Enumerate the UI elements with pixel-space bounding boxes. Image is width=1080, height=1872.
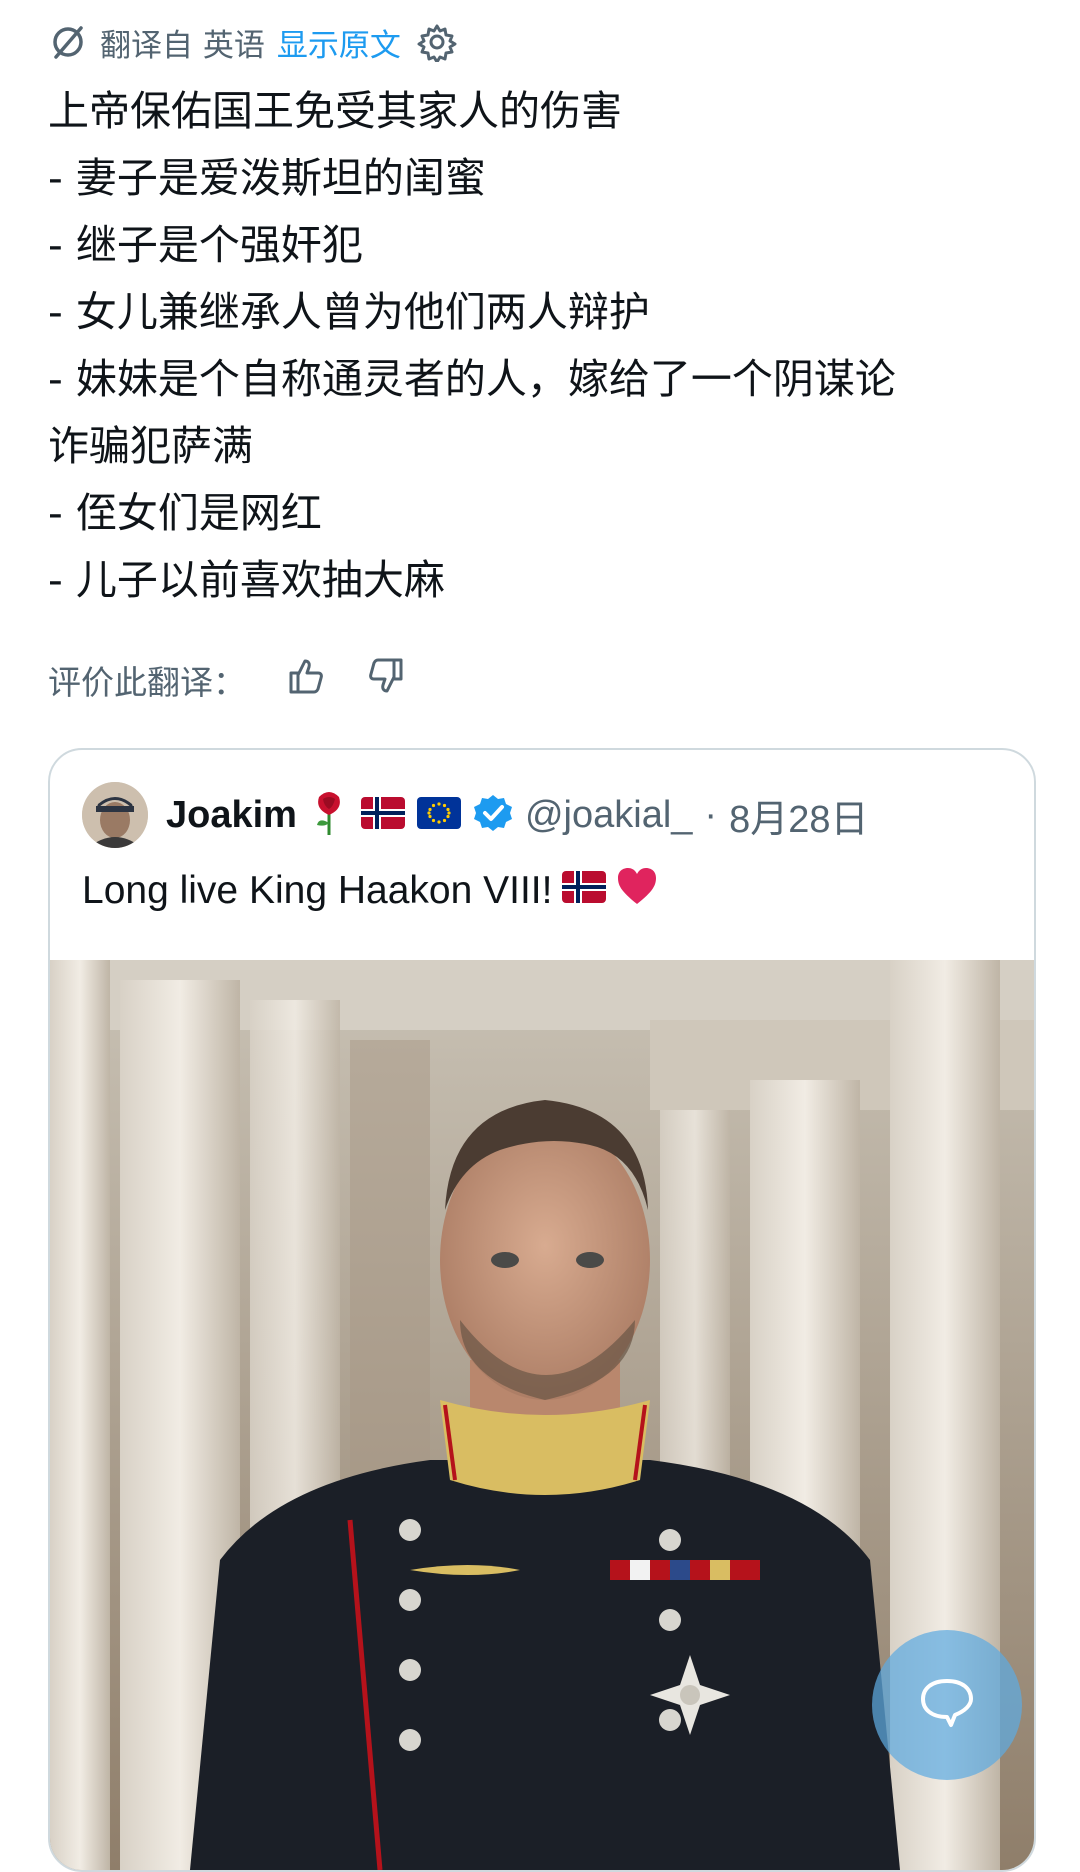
- translation-bar: 翻译自 英语 显示原文: [48, 18, 457, 66]
- gear-icon[interactable]: [417, 22, 457, 62]
- text-line: - 女儿兼继承人曾为他们两人辩护: [48, 288, 650, 336]
- quoted-post-header: Joakim @joakial_ · 8月28日: [82, 782, 868, 848]
- display-name[interactable]: Joakim: [166, 794, 297, 837]
- rate-translation-bar: 评价此翻译：: [48, 652, 406, 708]
- text-line: 上帝保佑国王免受其家人的伤害: [48, 87, 622, 135]
- show-original-link[interactable]: 显示原文: [277, 20, 401, 65]
- chat-bubble-icon: [917, 1675, 977, 1735]
- quoted-post-body: Long live King Haakon VIII!: [82, 869, 553, 912]
- rose-icon: [309, 789, 349, 841]
- heart-icon: [616, 866, 658, 916]
- text-line: - 侄女们是网红: [48, 489, 322, 537]
- separator-dot: ·: [704, 793, 718, 836]
- eu-flag-icon: [416, 797, 461, 833]
- user-handle[interactable]: @joakial_: [525, 794, 692, 837]
- translated-post-text: 上帝保佑国王免受其家人的伤害 - 妻子是爱泼斯坦的闺蜜 - 继子是个强奸犯 - …: [48, 78, 1038, 614]
- text-line: 诈骗犯萨满: [48, 422, 253, 470]
- rate-translation-label: 评价此翻译：: [48, 663, 246, 702]
- thumbs-down-icon[interactable]: [366, 656, 406, 704]
- text-line: - 继子是个强奸犯: [48, 221, 363, 269]
- norway-flag-icon: [562, 869, 607, 913]
- translated-from-label: 翻译自 英语: [100, 27, 265, 64]
- comment-fab-button[interactable]: [872, 1630, 1022, 1780]
- text-line: - 儿子以前喜欢抽大麻: [48, 556, 445, 604]
- avatar[interactable]: [82, 782, 148, 848]
- text-line: - 妻子是爱泼斯坦的闺蜜: [48, 154, 486, 202]
- post-date[interactable]: 8月28日: [729, 788, 868, 843]
- translate-icon: [48, 22, 88, 62]
- quoted-post-text: Long live King Haakon VIII!: [82, 866, 658, 916]
- verified-badge-icon: [473, 793, 513, 837]
- thumbs-up-icon[interactable]: [286, 656, 326, 704]
- norway-flag-icon: [360, 797, 405, 833]
- text-line: - 妹妹是个自称通灵者的人，嫁给了一个阴谋论: [48, 355, 896, 403]
